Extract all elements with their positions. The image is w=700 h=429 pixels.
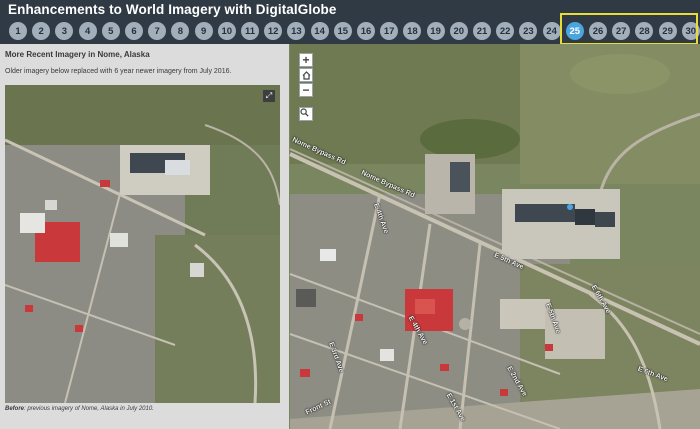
expand-button[interactable]: ⤢: [263, 90, 275, 102]
page-button-1[interactable]: 1: [9, 22, 27, 40]
caption-lead: Before: [5, 406, 25, 412]
page-title: Enhancements to World Imagery with Digit…: [8, 2, 337, 17]
image-caption: Before: previous imagery of Nome, Alaska…: [5, 406, 154, 412]
zoom-out-button[interactable]: −: [299, 83, 313, 97]
page-button-16[interactable]: 16: [357, 22, 375, 40]
page-button-6[interactable]: 6: [125, 22, 143, 40]
page-button-5[interactable]: 5: [101, 22, 120, 40]
page-button-24[interactable]: 24: [542, 22, 561, 40]
page-button-9[interactable]: 9: [194, 22, 213, 40]
zoom-in-button[interactable]: +: [299, 53, 313, 67]
home-icon: [302, 70, 311, 80]
expand-icon: ⤢: [265, 91, 273, 100]
story-panel: More Recent Imagery in Nome, Alaska Olde…: [0, 44, 289, 429]
home-button[interactable]: [299, 68, 313, 82]
panel-title: More Recent Imagery in Nome, Alaska: [5, 50, 150, 59]
search-button[interactable]: [299, 107, 313, 121]
before-image: ⤢: [5, 85, 280, 403]
page-button-15[interactable]: 15: [333, 22, 352, 40]
page-button-19[interactable]: 19: [426, 22, 445, 40]
highlight-box: [560, 13, 698, 45]
page-button-21[interactable]: 21: [473, 22, 491, 40]
page-button-10[interactable]: 10: [217, 22, 236, 40]
before-imagery: [5, 85, 280, 403]
page-button-20[interactable]: 20: [449, 22, 468, 40]
page-button-11[interactable]: 11: [241, 22, 259, 40]
panel-description: Older imagery below replaced with 6 year…: [5, 68, 232, 75]
page-button-4[interactable]: 4: [78, 22, 97, 40]
search-icon: [300, 108, 311, 119]
page-button-14[interactable]: 14: [310, 22, 329, 40]
caption-text: : previous imagery of Nome, Alaska in Ju…: [24, 406, 154, 412]
